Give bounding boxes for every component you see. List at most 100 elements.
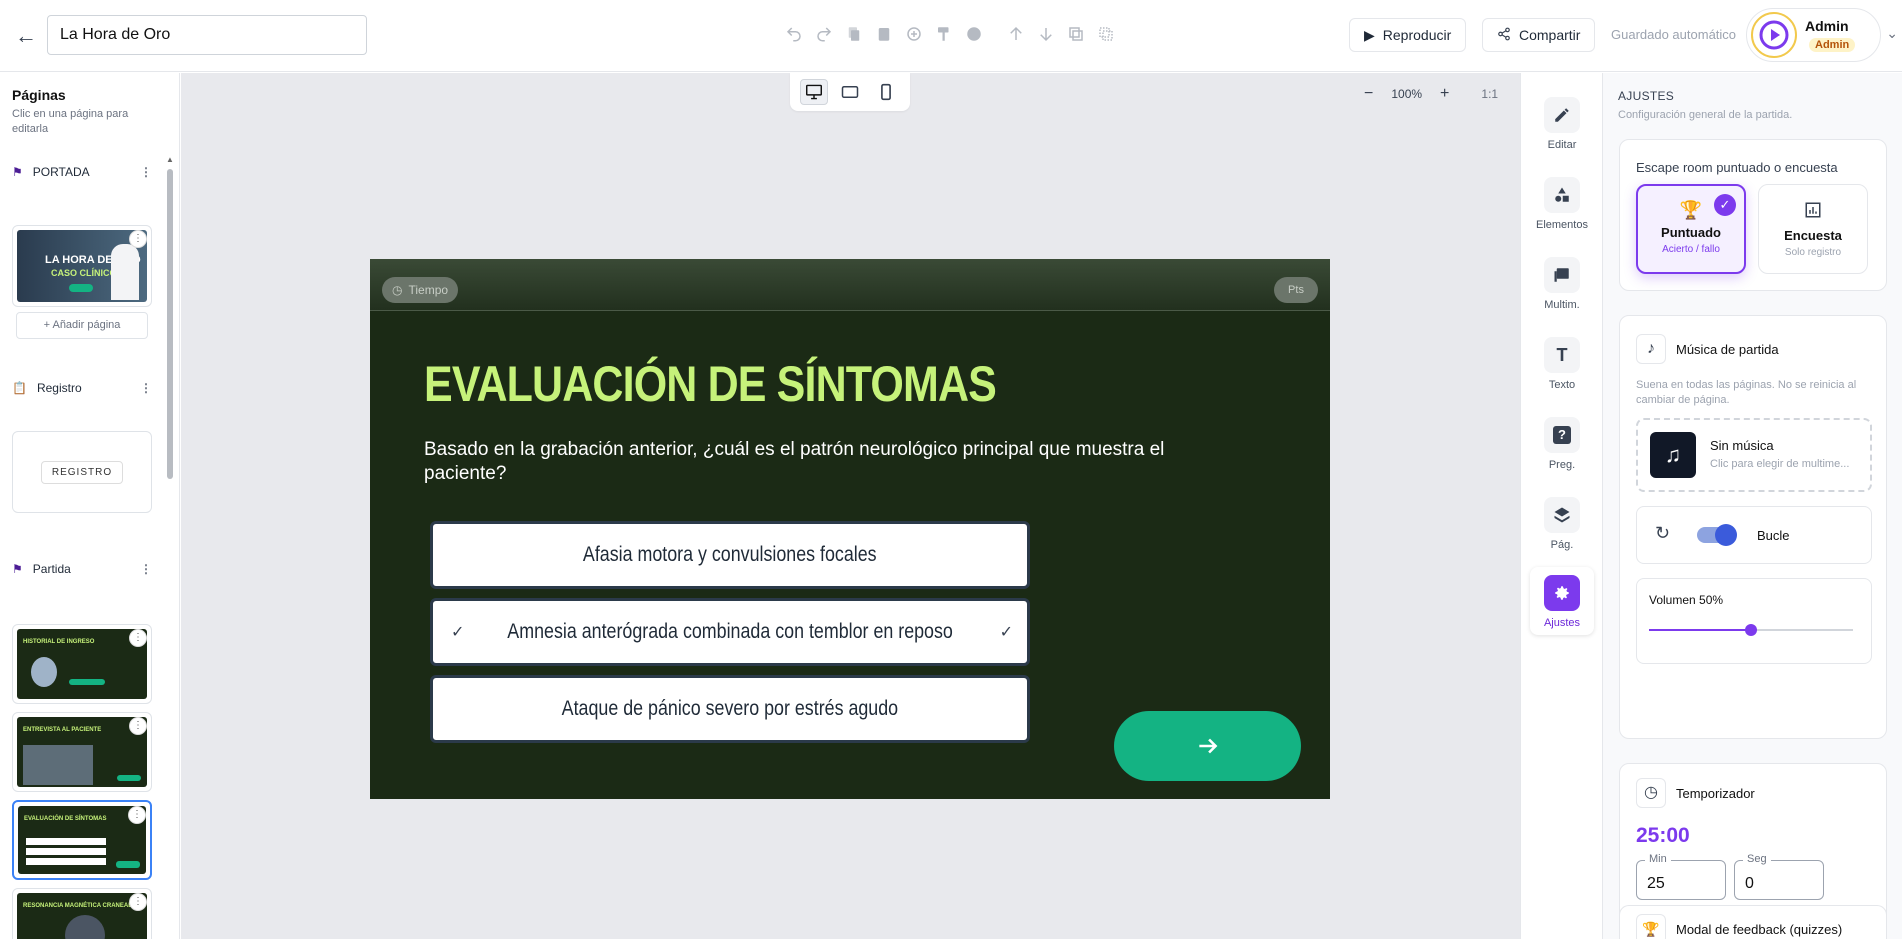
pencil-icon	[1544, 97, 1580, 133]
feedback-card: 🏆 Modal de feedback (quizzes)	[1619, 905, 1887, 939]
seconds-value: 0	[1745, 875, 1754, 892]
rail-multimedia[interactable]: Multim.	[1530, 257, 1594, 311]
music-hint: Suena en todas las páginas. No se reinic…	[1636, 379, 1857, 406]
paste-icon[interactable]	[874, 22, 894, 46]
thumb-menu-button[interactable]: ⋮	[129, 717, 147, 735]
arrow-up-icon[interactable]	[1006, 22, 1026, 46]
next-button[interactable]	[1114, 711, 1301, 781]
answer-option[interactable]: Afasia motora y convulsiones focales	[430, 521, 1030, 589]
reset-ratio-button[interactable]: 1:1	[1481, 87, 1498, 101]
format-painter-icon[interactable]	[934, 22, 954, 46]
rail-edit[interactable]: Editar	[1530, 97, 1594, 151]
kebab-icon[interactable]: ⋮	[140, 165, 152, 179]
mode-survey-option[interactable]: Encuesta Solo registro	[1758, 184, 1868, 274]
scroll-thumb[interactable]	[167, 169, 173, 479]
music-picker[interactable]: ♫ Sin música Clic para elegir de multime…	[1636, 418, 1872, 492]
section-label: PORTADA	[32, 165, 90, 179]
slide-question[interactable]: Basado en la grabación anterior, ¿cuál e…	[424, 438, 1244, 486]
volume-slider[interactable]	[1649, 624, 1853, 636]
undo-icon[interactable]	[784, 22, 804, 46]
seconds-field[interactable]: Seg 0	[1734, 853, 1824, 900]
thumb-menu-button[interactable]: ⋮	[129, 893, 147, 911]
rail-label: Ajustes	[1543, 617, 1581, 629]
palette-icon[interactable]	[964, 22, 984, 46]
desktop-icon[interactable]	[800, 79, 828, 105]
rail-pages[interactable]: Pág.	[1530, 497, 1594, 551]
thumb-button	[69, 679, 105, 685]
slide-title[interactable]: EVALUACIÓN DE SÍNTOMAS	[424, 355, 997, 413]
chevron-down-icon[interactable]: ⌄	[1886, 25, 1898, 42]
toggle-knob	[1715, 524, 1737, 546]
music-title: Música de partida	[1676, 342, 1779, 357]
timer-pill: ◷ Tiempo	[382, 277, 459, 303]
loop-row: ↻ Bucle	[1636, 506, 1872, 564]
editor-canvas: − 100% + 1:1 ◷ Tiempo Pts EVALUACIÓN DE …	[181, 73, 1520, 939]
add-page-button[interactable]: + Añadir página	[16, 312, 148, 339]
bring-front-icon[interactable]	[1066, 22, 1086, 46]
kebab-icon[interactable]: ⋮	[140, 381, 152, 395]
rail-settings[interactable]: Ajustes	[1530, 567, 1594, 635]
page-thumb[interactable]: RESONANCIA MAGNÉTICA CRANEAL ⋮	[12, 888, 152, 939]
send-back-icon[interactable]	[1096, 22, 1116, 46]
section-registro[interactable]: 📋 Registro ⋮	[12, 381, 152, 395]
user-menu[interactable]: Admin Admin ⌄	[1746, 8, 1898, 62]
zoom-in-icon[interactable]: +	[1440, 85, 1449, 103]
section-partida[interactable]: ⚑ Partida ⋮	[12, 562, 152, 576]
shapes-icon	[1544, 177, 1580, 213]
slide-stage[interactable]: ◷ Tiempo Pts EVALUACIÓN DE SÍNTOMAS Basa…	[370, 259, 1330, 799]
mode-card: Escape room puntuado o encuesta ✓ 🏆 Punt…	[1619, 139, 1887, 291]
page-thumb-active[interactable]: EVALUACIÓN DE SÍNTOMAS ⋮	[12, 800, 152, 880]
arrow-down-icon[interactable]	[1036, 22, 1056, 46]
zoom-out-icon[interactable]: −	[1364, 85, 1373, 103]
volume-label: Volumen 50%	[1649, 593, 1724, 607]
thumb-menu-button[interactable]: ⋮	[128, 806, 146, 824]
timer-label: Tiempo	[408, 283, 449, 297]
mode-scored-option[interactable]: ✓ 🏆 Puntuado Acierto / fallo	[1636, 184, 1746, 274]
play-button[interactable]: ▶ Reproducir	[1349, 18, 1467, 52]
page-thumb[interactable]: ENTREVISTA AL PACIENTE ⋮	[12, 712, 152, 792]
tablet-icon[interactable]	[836, 79, 864, 105]
check-badge-icon: ✓	[1714, 194, 1736, 216]
copy-icon[interactable]	[844, 22, 864, 46]
clipboard-icon: 📋	[12, 381, 27, 395]
page-thumb[interactable]: HISTORIAL DE INGRESO ⋮	[12, 624, 152, 704]
thumb-button	[116, 861, 140, 868]
registro-label: REGISTRO	[40, 460, 124, 484]
text-icon: T	[1544, 337, 1580, 373]
minutes-field[interactable]: Min 25	[1636, 853, 1726, 900]
rail-elements[interactable]: Elementos	[1530, 177, 1594, 231]
scroll-up-icon[interactable]: ▲	[166, 155, 174, 164]
volume-fill	[1649, 629, 1751, 631]
duplicate-icon[interactable]	[904, 22, 924, 46]
loop-toggle[interactable]	[1697, 524, 1737, 546]
pages-scrollbar[interactable]: ▲	[166, 155, 174, 935]
share-icon	[1497, 27, 1511, 44]
page-thumb-portada[interactable]: LA HORA DE ORO CASO CLÍNICO ⋮	[12, 225, 152, 307]
clock-icon: ◷	[392, 283, 403, 297]
kebab-icon[interactable]: ⋮	[140, 562, 152, 576]
thumb-answer	[26, 858, 106, 865]
autosave-status: Guardado automático	[1611, 27, 1737, 42]
rail-questions[interactable]: ? Preg.	[1530, 417, 1594, 471]
volume-thumb[interactable]	[1745, 624, 1757, 636]
answer-option[interactable]: Ataque de pánico severo por estrés agudo	[430, 675, 1030, 743]
timer-value: 25:00	[1636, 824, 1690, 847]
thumb-answer	[26, 848, 106, 855]
thumb-title: HISTORIAL DE INGRESO	[23, 639, 95, 645]
share-button[interactable]: Compartir	[1482, 18, 1596, 52]
project-title-input[interactable]	[47, 15, 367, 55]
rail-label: Preg.	[1548, 459, 1576, 471]
minutes-label: Min	[1645, 853, 1671, 865]
section-portada[interactable]: ⚑ PORTADA ⋮	[12, 165, 152, 179]
answer-option-selected[interactable]: ✓ Amnesia anterógrada combinada con temb…	[430, 598, 1030, 666]
back-arrow-icon[interactable]: ←	[14, 24, 38, 48]
timer-title: Temporizador	[1676, 786, 1755, 801]
thumb-menu-button[interactable]: ⋮	[129, 230, 147, 248]
rail-text[interactable]: T Texto	[1530, 337, 1594, 391]
thumb-menu-button[interactable]: ⋮	[129, 629, 147, 647]
mode-label: Escape room puntuado o encuesta	[1636, 160, 1838, 175]
rail-label: Texto	[1548, 379, 1576, 391]
mobile-icon[interactable]	[872, 79, 900, 105]
redo-icon[interactable]	[814, 22, 834, 46]
page-thumb-registro[interactable]: REGISTRO	[12, 431, 152, 513]
